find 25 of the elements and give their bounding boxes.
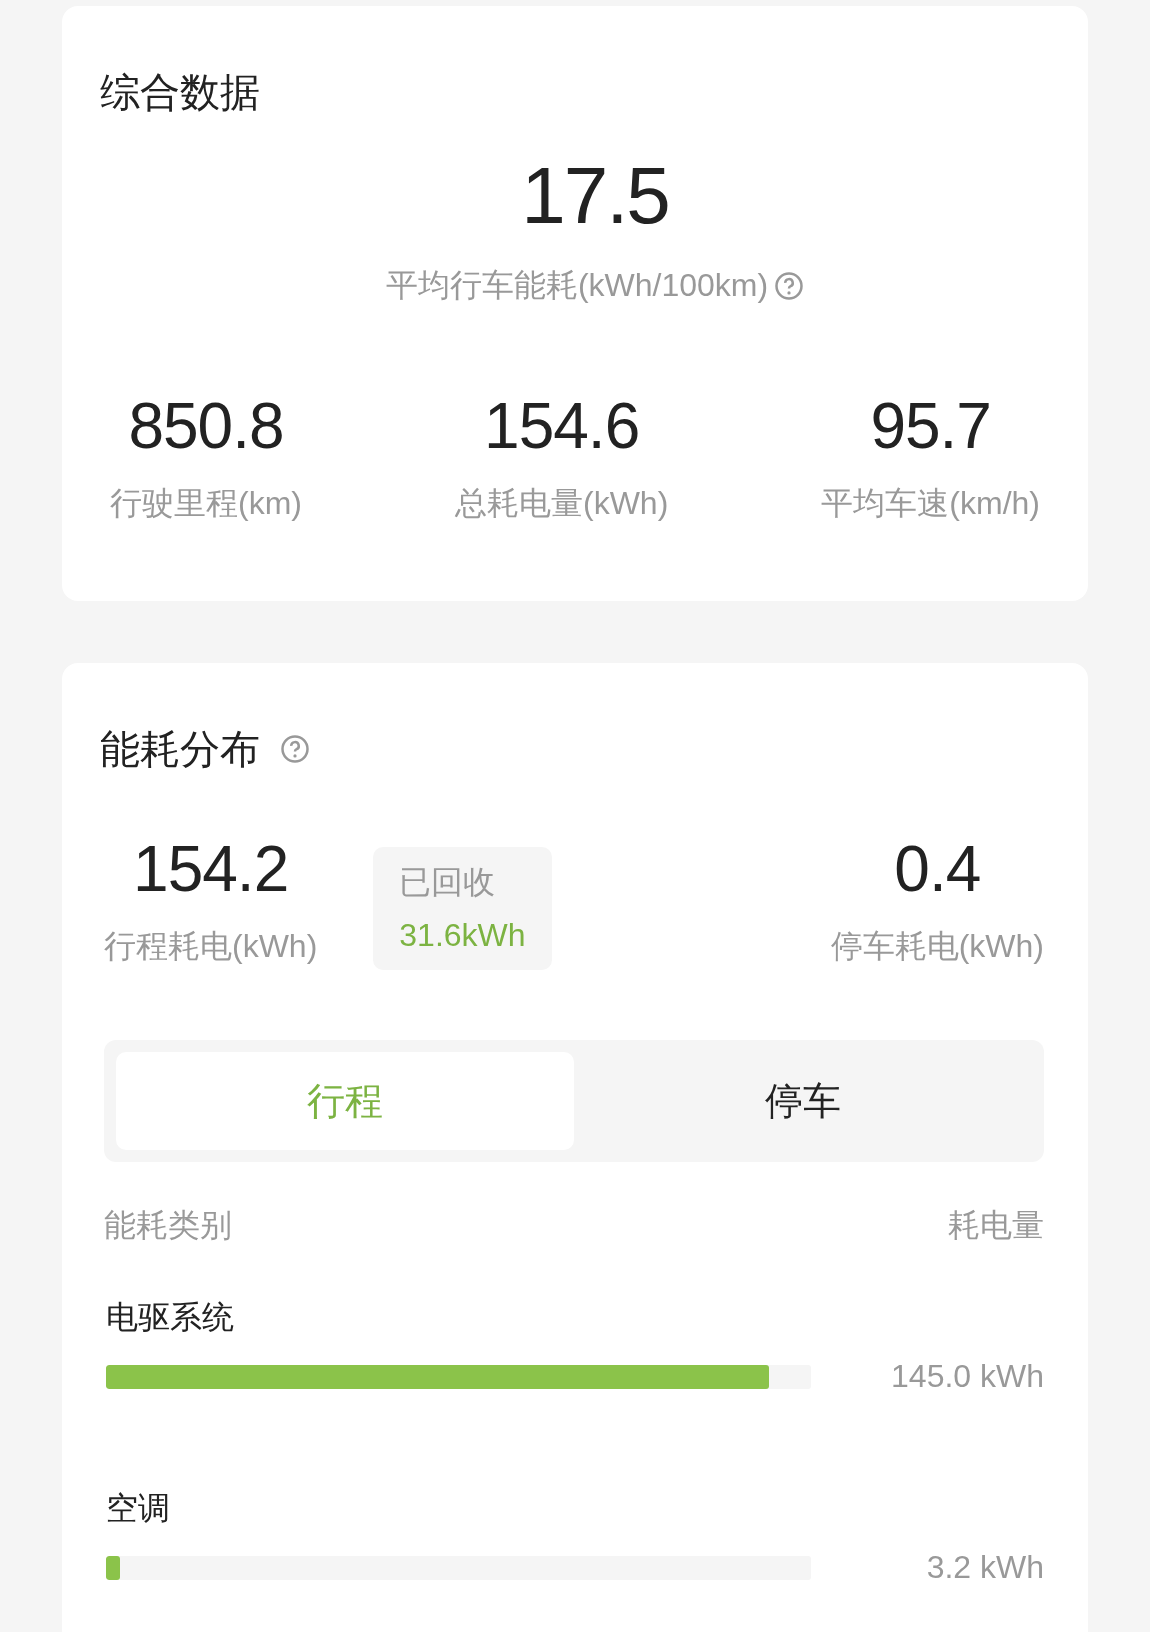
- section-title: 能耗分布: [100, 726, 260, 773]
- stat-label: 行驶里程(km): [110, 484, 302, 523]
- trip-consumption-value: 154.2: [132, 837, 290, 901]
- stat-value: 154.6: [483, 394, 641, 458]
- stat-label: 总耗电量(kWh): [455, 484, 669, 523]
- column-header: 能耗类别: [104, 1206, 232, 1245]
- stat-value: 95.7: [869, 394, 992, 458]
- stat-label: 平均车速(km/h): [821, 484, 1040, 523]
- help-icon[interactable]: [280, 734, 310, 764]
- recovered-value: 31.6kWh: [399, 917, 526, 954]
- consumption-reading: 145.0 kWh: [891, 1358, 1044, 1395]
- average-consumption-value: 17.5: [520, 156, 670, 236]
- column-header: 耗电量: [948, 1206, 1044, 1245]
- tab[interactable]: 停车: [574, 1052, 1032, 1150]
- stat-value: 850.8: [127, 394, 285, 458]
- category-name: 空调: [106, 1489, 171, 1528]
- average-consumption-label: 平均行车能耗(kWh/100km): [385, 266, 769, 305]
- recovered-label: 已回收: [399, 863, 497, 902]
- parking-consumption-label: 停车耗电(kWh): [830, 927, 1044, 966]
- category-name: 电驱系统: [106, 1298, 235, 1337]
- trip-consumption-label: 行程耗电(kWh): [104, 927, 318, 966]
- section-title: 综合数据: [100, 69, 260, 116]
- help-icon[interactable]: [774, 271, 805, 301]
- parking-consumption-value: 0.4: [893, 837, 982, 901]
- consumption-reading: 3.2 kWh: [926, 1549, 1044, 1586]
